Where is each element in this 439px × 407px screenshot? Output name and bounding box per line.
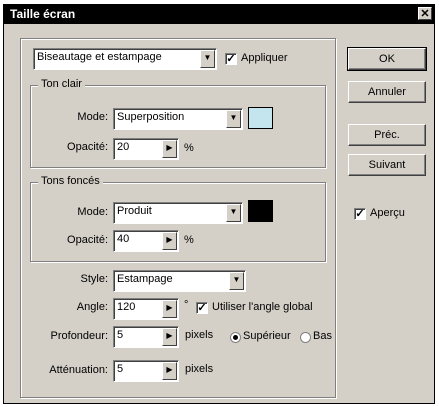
previous-button[interactable]: Préc. <box>348 124 426 146</box>
shadow-color-swatch[interactable] <box>248 200 273 222</box>
window-title: Taille écran <box>10 7 76 21</box>
chevron-down-icon: ▼ <box>200 50 215 68</box>
shadow-opacity-input[interactable]: 40 ▶ <box>113 230 179 252</box>
spin-arrow-icon[interactable]: ▶ <box>162 300 177 318</box>
shadow-mode-value: Produit <box>117 205 152 217</box>
highlight-mode-label: Mode: <box>77 111 108 123</box>
highlight-color-swatch[interactable] <box>248 107 273 129</box>
highlight-opacity-unit: % <box>184 142 194 154</box>
angle-input[interactable]: 120 ▶ <box>113 298 179 320</box>
close-icon[interactable]: ✕ <box>418 7 432 20</box>
soften-input[interactable]: 5 ▶ <box>113 360 179 382</box>
depth-input[interactable]: 5 ▶ <box>113 326 179 348</box>
chevron-down-icon: ▼ <box>226 110 241 128</box>
soften-value: 5 <box>117 363 124 375</box>
shadow-opacity-label: Opacité: <box>67 234 108 246</box>
shadow-mode-select[interactable]: Produit ▼ <box>113 202 243 224</box>
ok-button[interactable]: OK <box>347 47 427 71</box>
direction-up-label: Supérieur <box>243 330 291 342</box>
direction-down-label: Bas <box>313 330 332 342</box>
shadow-mode-label: Mode: <box>77 206 108 218</box>
next-button[interactable]: Suivant <box>348 154 426 176</box>
radio-dot <box>233 335 238 340</box>
spin-arrow-icon[interactable]: ▶ <box>162 232 177 250</box>
highlight-opacity-input[interactable]: 20 ▶ <box>113 138 179 160</box>
angle-unit: ° <box>184 299 189 311</box>
direction-up-radio[interactable] <box>230 332 241 343</box>
preview-label: Aperçu <box>370 207 405 219</box>
angle-label: Angle: <box>76 301 108 313</box>
direction-down-radio[interactable] <box>300 332 311 343</box>
depth-unit: pixels <box>185 329 214 341</box>
effect-select[interactable]: Biseautage et estampage ▼ <box>33 48 217 70</box>
spin-arrow-icon[interactable]: ▶ <box>162 328 177 346</box>
cancel-button[interactable]: Annuler <box>348 81 426 103</box>
bevel-style-select[interactable]: Estampage ▼ <box>113 270 246 292</box>
spin-arrow-icon[interactable]: ▶ <box>162 362 177 380</box>
global-angle-label: Utiliser l'angle global <box>212 301 313 313</box>
global-angle-checkbox[interactable]: ✓ <box>196 302 208 314</box>
bevel-style-value: Estampage <box>117 273 173 285</box>
spin-arrow-icon[interactable]: ▶ <box>162 140 177 158</box>
shadow-opacity-unit: % <box>184 234 194 246</box>
style-label: Style: <box>80 273 108 285</box>
preview-checkbox[interactable]: ✓ <box>354 208 366 220</box>
effect-select-value: Biseautage et estampage <box>37 51 162 63</box>
highlight-mode-select[interactable]: Superposition ▼ <box>113 108 243 130</box>
layer-style-dialog: Taille écran ✕ Biseautage et estampage ▼… <box>3 4 435 404</box>
highlight-opacity-label: Opacité: <box>67 141 108 153</box>
angle-value: 120 <box>117 301 136 313</box>
depth-label: Profondeur: <box>50 330 108 342</box>
chevron-down-icon: ▼ <box>229 272 244 290</box>
apply-checkbox[interactable]: ✓ <box>225 53 237 65</box>
depth-value: 5 <box>117 329 124 341</box>
highlight-opacity-value: 20 <box>117 141 130 153</box>
title-bar[interactable]: Taille écran ✕ <box>4 5 434 24</box>
soften-label: Atténuation: <box>49 364 108 376</box>
highlight-mode-value: Superposition <box>117 111 185 123</box>
shadow-opacity-value: 40 <box>117 233 130 245</box>
soften-unit: pixels <box>185 363 214 375</box>
highlight-legend: Ton clair <box>38 78 85 90</box>
apply-label: Appliquer <box>241 52 292 64</box>
shadow-legend: Tons foncés <box>38 175 103 187</box>
chevron-down-icon: ▼ <box>226 204 241 222</box>
